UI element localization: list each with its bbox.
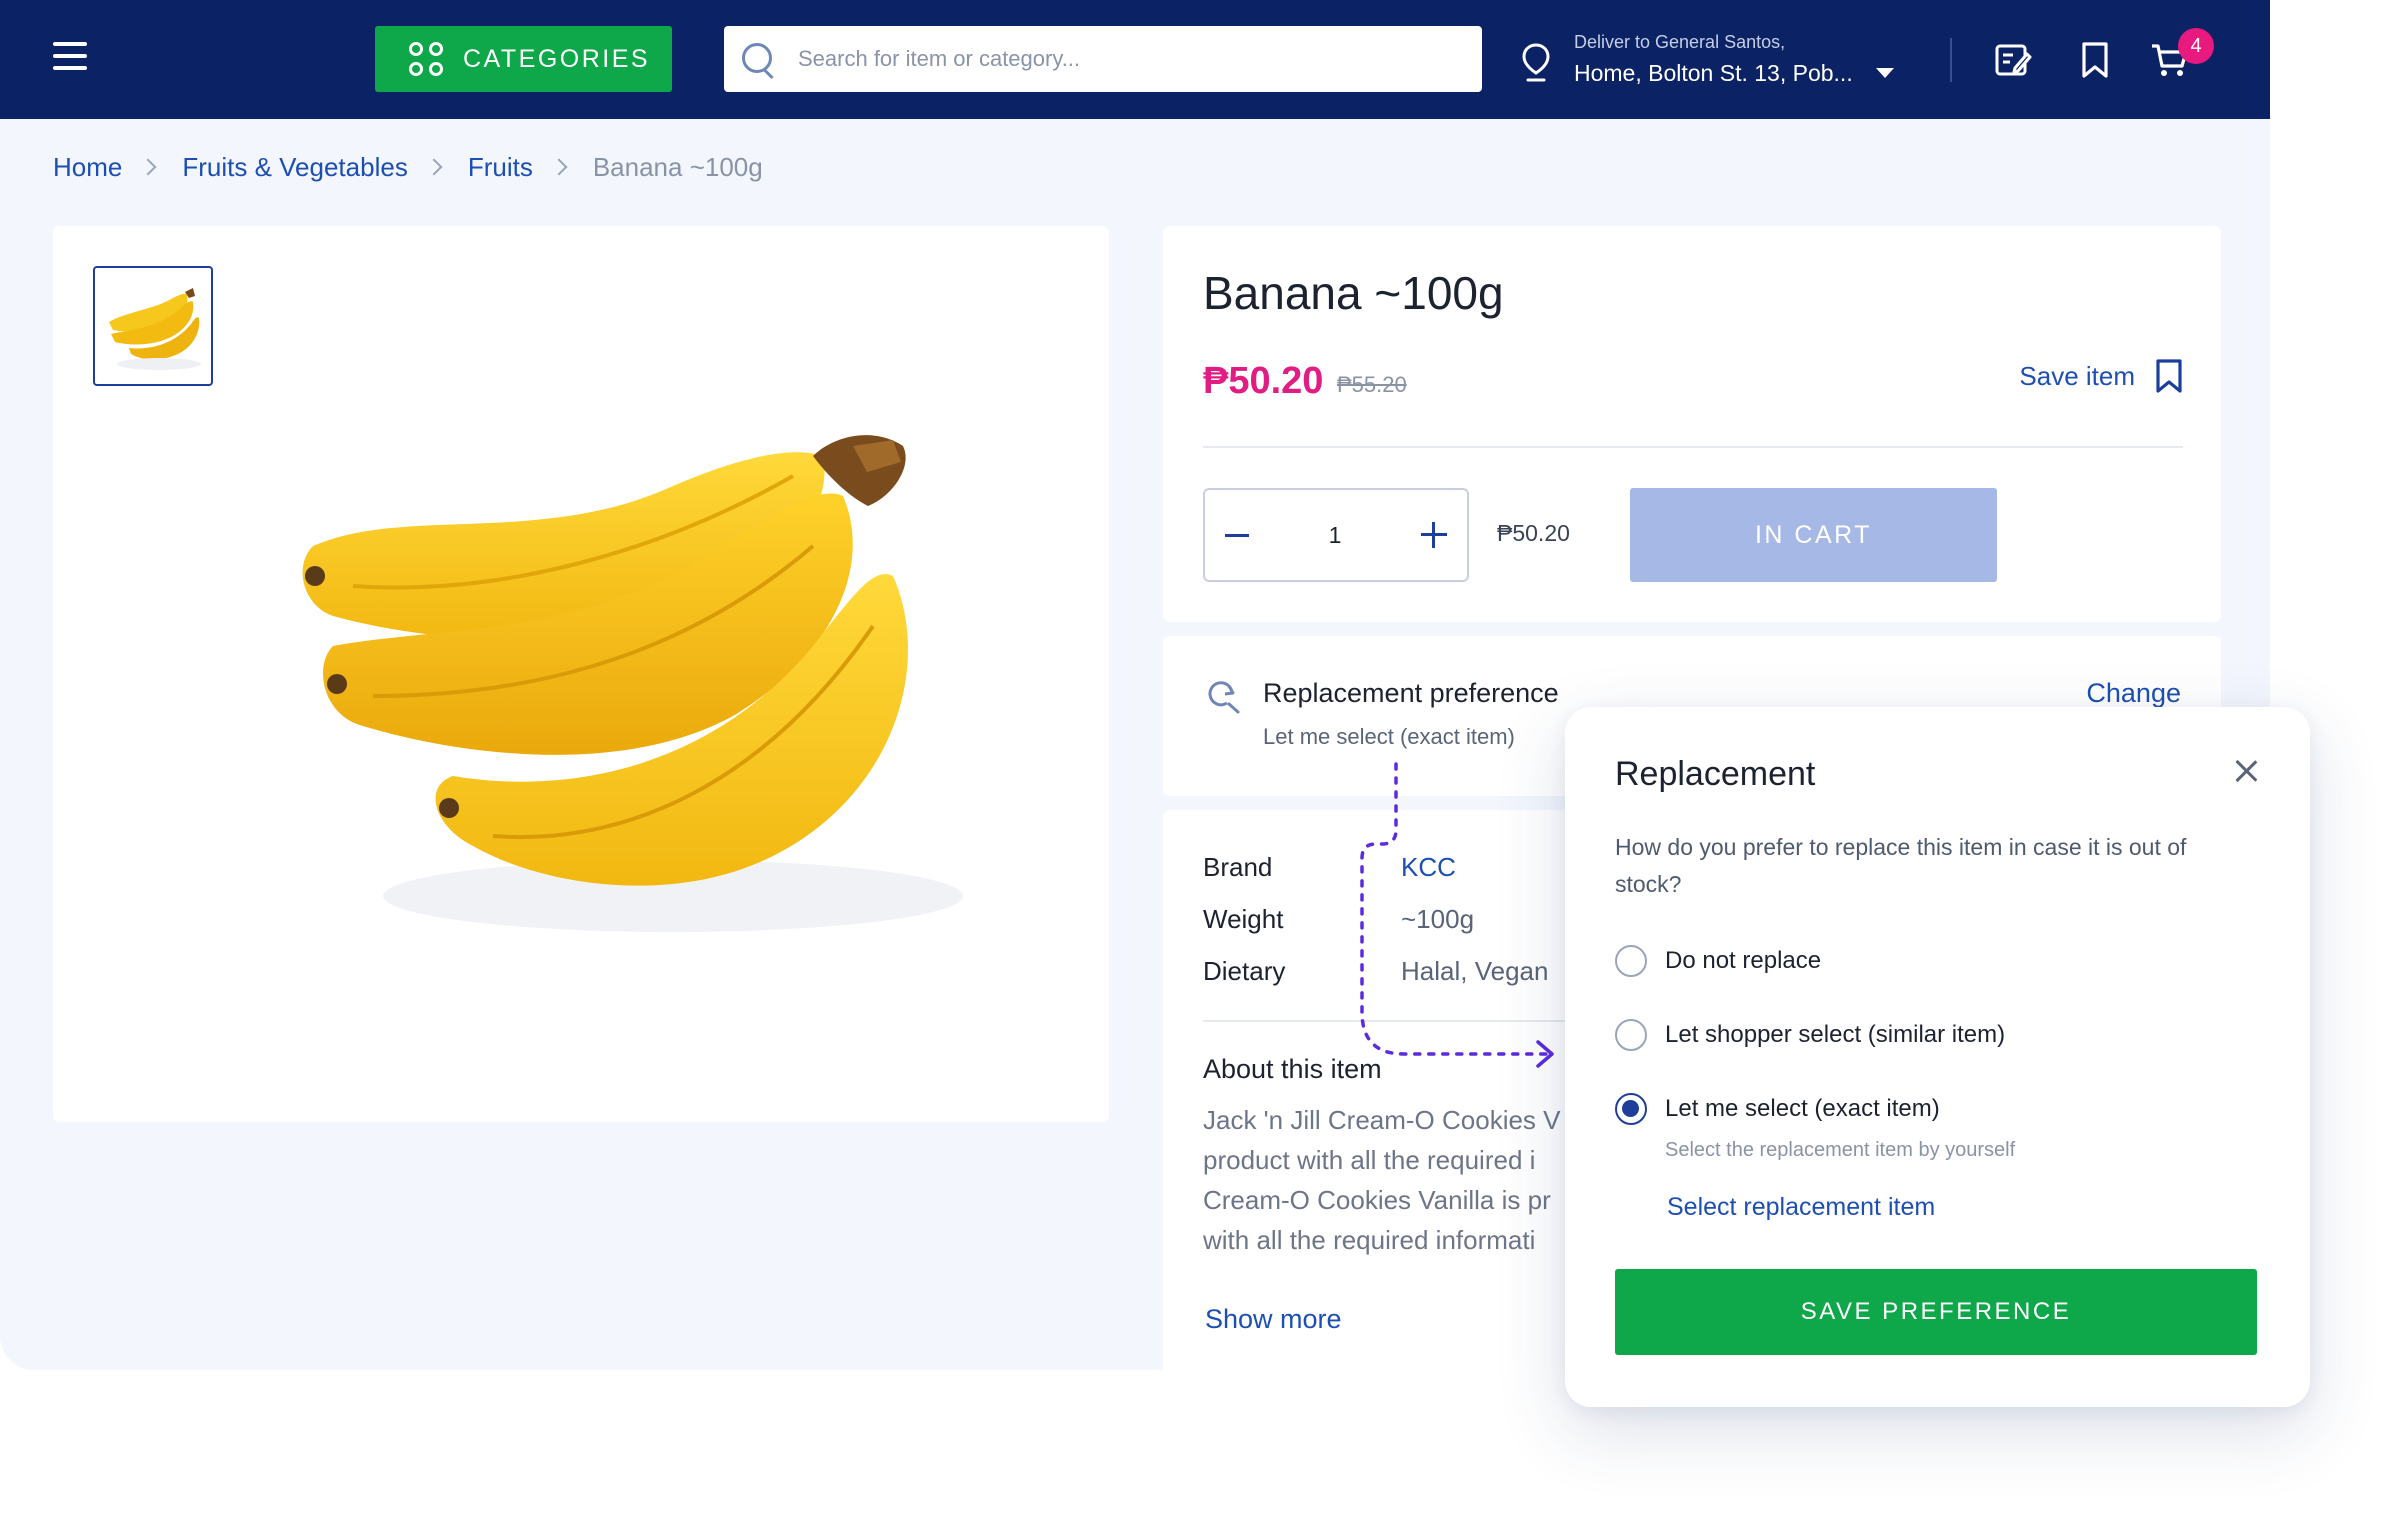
close-icon[interactable]	[2234, 759, 2258, 783]
edit-list-icon[interactable]	[1993, 40, 2033, 80]
spec-value-dietary: Halal, Vegan	[1401, 956, 1549, 986]
banana-thumbnail-image	[109, 288, 201, 370]
breadcrumb-fruits[interactable]: Fruits	[468, 152, 533, 183]
product-title: Banana ~100g	[1203, 267, 1504, 319]
option-let-shopper-select[interactable]: Let shopper select (similar item)	[1615, 1019, 2005, 1051]
decrease-quantity-button[interactable]	[1225, 533, 1249, 537]
bookmark-icon[interactable]	[2075, 40, 2115, 80]
breadcrumb: Home Fruits & Vegetables Fruits Banana ~…	[53, 150, 763, 184]
select-replacement-item-link[interactable]: Select replacement item	[1667, 1193, 1935, 1222]
product-image-card	[53, 226, 1109, 1122]
delivery-address-selector[interactable]: Deliver to General Santos, Home, Bolton …	[1520, 28, 1920, 94]
quantity-stepper	[1203, 488, 1469, 582]
option-label: Let shopper select (similar item)	[1665, 1021, 2006, 1048]
show-more-link[interactable]: Show more	[1205, 1304, 1342, 1335]
deliver-to-label: Deliver to General Santos,	[1574, 32, 1786, 52]
save-item-button[interactable]: Save item	[2019, 358, 2183, 394]
cart-count-badge: 4	[2178, 28, 2214, 64]
radio-button-checked[interactable]	[1615, 1093, 1647, 1125]
about-title: About this item	[1203, 1054, 1382, 1084]
quantity-input[interactable]	[1305, 521, 1365, 549]
categories-label: CATEGORIES	[463, 44, 651, 73]
option-label: Do not replace	[1665, 947, 1822, 974]
banana-product-image	[302, 435, 963, 932]
divider	[1203, 446, 2183, 448]
search-icon	[740, 41, 776, 77]
replacement-dialog: Replacement How do you prefer to replace…	[1565, 707, 2310, 1407]
deliver-address: Home, Bolton St. 13, Pob...	[1574, 60, 1853, 86]
breadcrumb-home[interactable]: Home	[53, 152, 122, 183]
chevron-right-icon	[550, 158, 568, 176]
search-input[interactable]	[798, 46, 1458, 72]
save-item-label: Save item	[2019, 360, 2135, 391]
replacement-title: Replacement preference	[1263, 678, 1559, 708]
search-box[interactable]	[724, 26, 1482, 92]
breadcrumb-current: Banana ~100g	[592, 151, 763, 182]
spec-label-brand: Brand	[1203, 852, 1273, 882]
categories-button[interactable]: CATEGORIES	[375, 26, 672, 92]
chevron-down-icon	[1876, 68, 1894, 78]
bookmark-icon	[2156, 359, 2182, 393]
save-preference-button[interactable]: SAVE PREFERENCE	[1615, 1269, 2257, 1355]
spec-label-dietary: Dietary	[1203, 956, 1286, 986]
increase-quantity-button[interactable]	[1421, 522, 1447, 548]
dialog-title: Replacement	[1615, 755, 1816, 793]
menu-icon[interactable]	[53, 42, 93, 76]
option-let-me-select[interactable]: Let me select (exact item)	[1615, 1093, 1940, 1125]
option-label: Let me select (exact item)	[1665, 1095, 1940, 1122]
change-replacement-link[interactable]: Change	[2086, 678, 2181, 709]
product-thumbnail[interactable]	[93, 266, 213, 386]
dialog-question: How do you prefer to replace this item i…	[1615, 834, 2187, 897]
breadcrumb-fruits-vegetables[interactable]: Fruits & Vegetables	[182, 152, 407, 183]
product-old-price: ₱55.20	[1337, 372, 1407, 397]
grid-icon	[409, 42, 443, 76]
replace-search-icon	[1208, 681, 1240, 714]
spec-value-weight: ~100g	[1401, 904, 1475, 934]
replacement-current-value: Let me select (exact item)	[1263, 724, 1515, 749]
chevron-right-icon	[139, 158, 157, 176]
radio-button[interactable]	[1615, 945, 1647, 977]
header-divider	[1950, 38, 1952, 82]
radio-button[interactable]	[1615, 1019, 1647, 1051]
line-total: ₱50.20	[1497, 520, 1570, 546]
option-hint: Select the replacement item by yourself	[1665, 1139, 2016, 1161]
product-info-card: Banana ~100g ₱50.20 ₱55.20 Save item ₱50…	[1163, 226, 2221, 622]
location-pin-icon	[1522, 43, 1550, 82]
top-navigation-bar: CATEGORIES Deliver to General Santos, Ho…	[0, 0, 2270, 119]
spec-value-brand[interactable]: KCC	[1401, 852, 1456, 883]
in-cart-button[interactable]: IN CART	[1630, 488, 1997, 582]
spec-label-weight: Weight	[1203, 904, 1284, 934]
product-price: ₱50.20	[1203, 360, 1324, 402]
chevron-right-icon	[425, 158, 443, 176]
option-do-not-replace[interactable]: Do not replace	[1615, 945, 1821, 977]
